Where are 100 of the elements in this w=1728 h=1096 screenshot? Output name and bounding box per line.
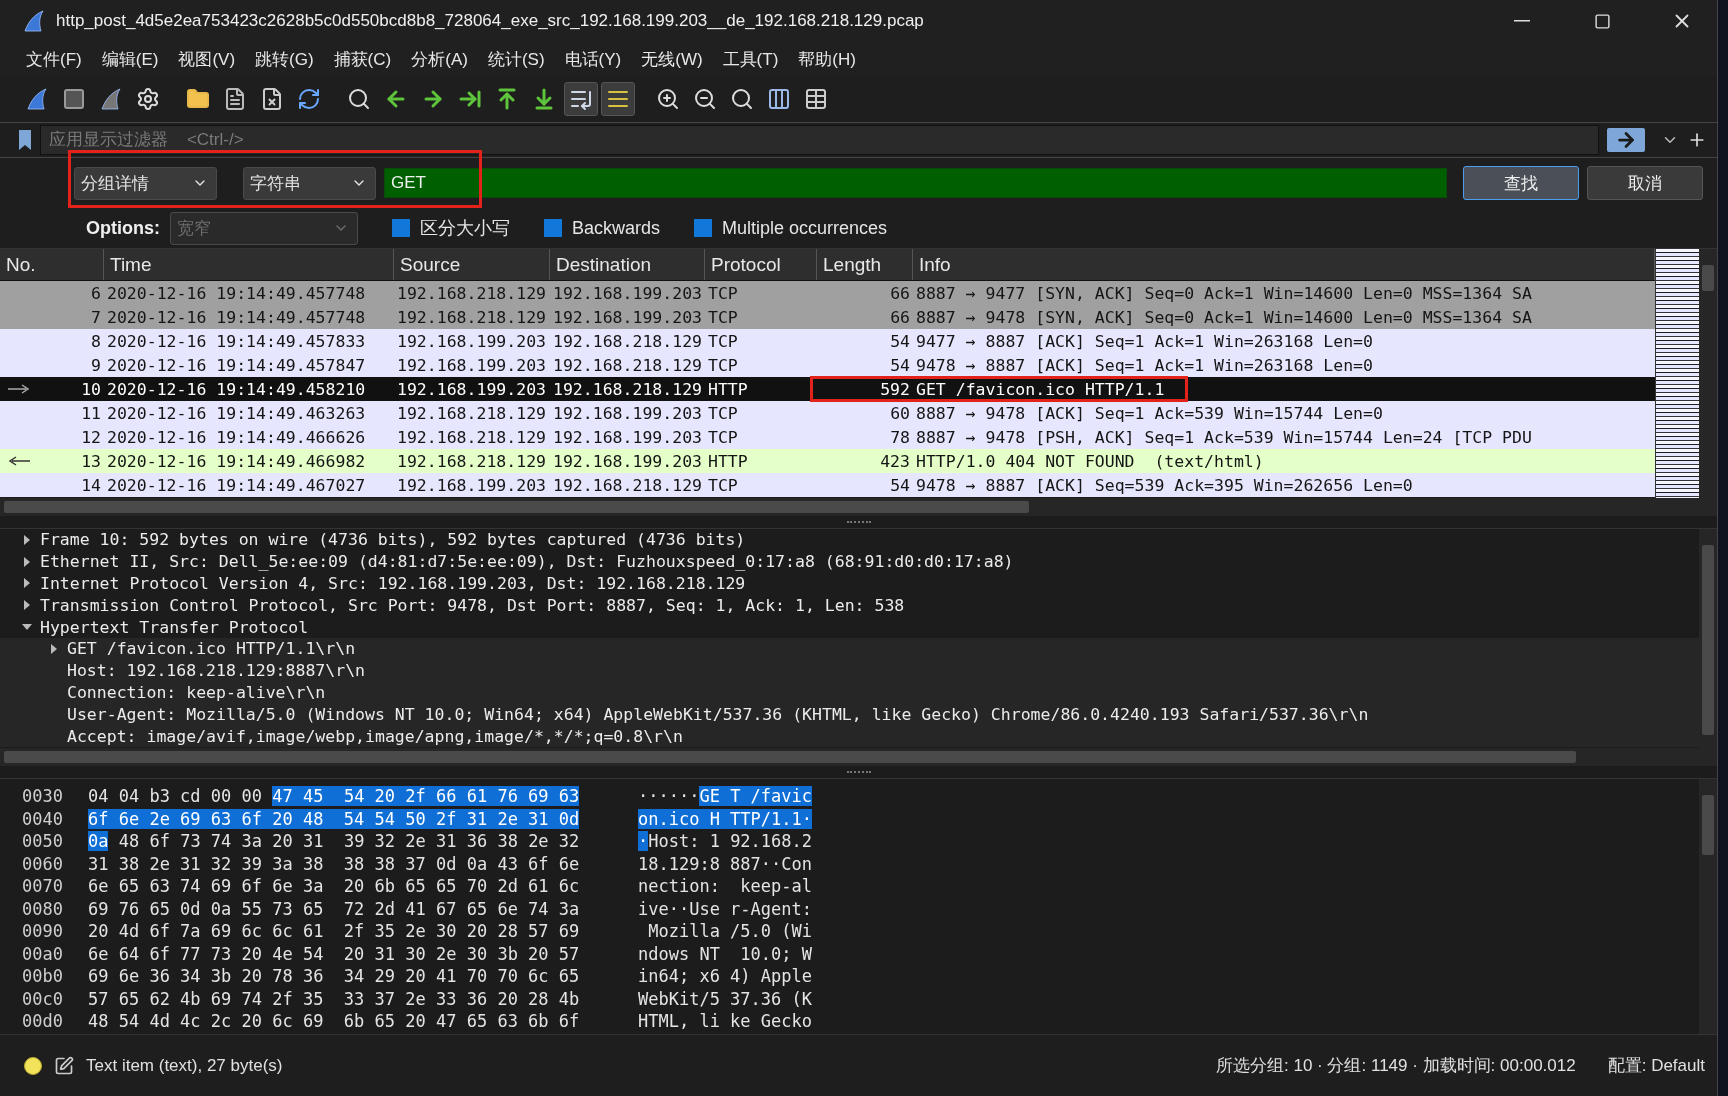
menu-item[interactable]: 无线(W) (631, 43, 713, 75)
table-cell-text: 192.168.218.129 (396, 451, 547, 471)
ascii-text[interactable]: WebKit/5 37.36 (K (638, 988, 812, 1009)
hex-bytes[interactable]: 6e 64 6f 77 73 20 4e 54 20 31 30 2e 30 3b 20 57 (88, 943, 638, 964)
detail-line[interactable]: Transmission Control Protocol, Src Port: 9478, Dst Port: 8887, Seq: 1, Ack: 1, Len: 538 (40, 595, 905, 615)
scrollbar[interactable] (1699, 249, 1717, 498)
menu-item[interactable]: 工具(T) (712, 43, 789, 75)
table-cell-text: 192.168.218.129 (396, 427, 547, 447)
table-cell-text: 592 (879, 379, 911, 399)
hex-bytes[interactable]: 0a 48 6f 73 74 3a 20 31 39 32 2e 31 36 38 2e 32 (88, 831, 638, 852)
profile-label[interactable]: 配置: Default (1607, 1054, 1705, 1077)
detail-line[interactable]: Host: 192.168.218.129:8887\r\n (67, 661, 365, 681)
search-type-select[interactable]: 字符串 (243, 166, 376, 200)
menu-item[interactable]: 文件(F) (16, 43, 92, 75)
packet-row[interactable]: 14 2020-12-16 19:14:49.467027 192.168.199.203 192.168.218.129 TCP 54 9478 → 8887 [ACK] Seq=539 Ack=395 Win=262656 Len=0 (0, 473, 1655, 497)
detail-line[interactable]: Ethernet II, Src: Dell_5e:ee:09 (d4:81:d7:5e:ee:09), Dst: Fuzhouxspeed_0:17:a8 (68:91:d0:d0:17:a8) (40, 552, 1014, 572)
detail-line[interactable]: Connection: keep-alive\r\n (67, 682, 326, 702)
menu-item[interactable]: 帮助(H) (788, 43, 866, 75)
hex-bytes[interactable]: 57 65 62 4b 69 74 2f 35 33 37 2e 33 36 20 28 4b (88, 988, 638, 1009)
hex-bytes[interactable]: 20 4d 6f 7a 69 6c 6c 61 2f 35 2e 30 20 28 57 69 (88, 921, 638, 942)
packet-row[interactable]: 11 2020-12-16 19:14:49.463263 192.168.218.129 192.168.199.203 TCP 60 8887 → 9478 [ACK] Seq=1 Ack=539 Win=15744 Len=0 (0, 401, 1655, 425)
hex-bytes[interactable]: 69 6e 36 34 3b 20 78 36 34 29 20 41 70 70 6c 65 (88, 966, 638, 987)
table-cell-text: 2020-12-16 19:14:49.457748 (106, 307, 367, 327)
ascii-text[interactable]: 18.129:8 887··Con (638, 853, 812, 874)
checkbox[interactable] (694, 219, 713, 237)
ascii-text[interactable]: ndows NT 10.0; W (638, 943, 812, 964)
shark-fin-icon (25, 87, 49, 111)
checkbox[interactable] (544, 219, 562, 237)
ascii-text[interactable]: ive··Use r-Agent: (638, 898, 812, 919)
table-cell-text: 2020-12-16 19:14:49.463263 (106, 403, 367, 423)
expander-icon[interactable] (22, 556, 32, 567)
packet-row[interactable]: 7 2020-12-16 19:14:49.457748 192.168.218.129 192.168.199.203 TCP 66 8887 → 9478 [SYN, ACK] Seq=0 Ack=1 Win=14600 Len=0 MSS=1364 SA (0, 305, 1655, 329)
window-title: http_post_4d5e2ea753423c2628b5c0d550bcd8b8_728064_exe_src_192.168.199.203__de_192.168.218.129.pcap (56, 11, 925, 31)
scrollbar[interactable] (0, 748, 1717, 766)
edit-icon[interactable] (54, 1055, 74, 1076)
file-close-icon (260, 87, 284, 111)
table-cell-text: 192.168.199.203 (552, 427, 703, 447)
table-cell-text: 192.168.218.129 (552, 379, 703, 399)
table-cell-text: 66 (889, 307, 911, 327)
arrow-right-icon (1615, 129, 1637, 151)
detail-line[interactable]: Hypertext Transfer Protocol (40, 617, 309, 637)
detail-line[interactable]: GET /favicon.ico HTTP/1.1\r\n (67, 639, 356, 659)
toolbar-button[interactable] (564, 82, 598, 116)
bookmark-icon[interactable] (18, 129, 32, 151)
search-field[interactable]: GET (384, 168, 1447, 198)
hex-bytes[interactable]: 31 38 2e 31 32 39 3a 38 38 38 37 0d 0a 43 6f 6e (88, 853, 638, 874)
table-cell-text: TCP (707, 331, 739, 351)
status-dot-icon[interactable] (24, 1056, 42, 1075)
menu-item[interactable]: 电话(Y) (554, 43, 632, 75)
offset-label: 0060 (22, 853, 64, 874)
expander-icon[interactable] (22, 534, 32, 545)
expander-icon[interactable] (49, 643, 59, 654)
detail-line[interactable]: Internet Protocol Version 4, Src: 192.168.199.203, Dst: 192.168.218.129 (40, 574, 746, 593)
packet-row[interactable]: 13 2020-12-16 19:14:49.466982 192.168.218.129 192.168.199.203 HTTP 423 HTTP/1.0 404 NOT FOUND (text/html) (0, 449, 1655, 473)
packet-row[interactable]: 6 2020-12-16 19:14:49.457748 192.168.218.129 192.168.199.203 TCP 66 8887 → 9477 [SYN, ACK] Seq=0 Ack=1 Win=14600 Len=0 MSS=1364 SA (0, 281, 1655, 305)
table-cell: 10 (81, 379, 101, 399)
hex-bytes[interactable]: 48 54 4d 4c 2c 20 6c 69 6b 65 20 47 65 63 6b 6f (88, 1011, 638, 1032)
ascii-text[interactable]: on.ico H TTP/1.1· (638, 808, 812, 829)
packet-minimap[interactable] (1655, 249, 1699, 498)
table-cell-text: HTTP (707, 451, 749, 471)
menu-item[interactable]: 分析(A) (401, 43, 478, 75)
menu-item[interactable]: 统计(S) (477, 43, 555, 75)
offset-label: 00d0 (22, 1011, 64, 1032)
packet-row[interactable]: 9 2020-12-16 19:14:49.457847 192.168.199.203 192.168.218.129 TCP 54 9478 → 8887 [ACK] Seq=1 Ack=1 Win=263168 Len=0 (0, 353, 1655, 377)
packet-row[interactable]: 8 2020-12-16 19:14:49.457833 192.168.199.203 192.168.218.129 TCP 54 9477 → 8887 [ACK] Seq=1 Ack=1 Win=263168 Len=0 (0, 329, 1655, 353)
detail-line[interactable]: Frame 10: 592 bytes on wire (4736 bits), 592 bytes captured (4736 bits) (40, 530, 746, 550)
menu-item[interactable]: 跳转(G) (245, 43, 324, 75)
table-cell: 9 (91, 355, 101, 375)
search-in-select[interactable]: 分组详情 (74, 166, 217, 200)
packet-row[interactable]: 12 2020-12-16 19:14:49.466626 192.168.218.129 192.168.199.203 TCP 78 8887 → 9478 [PSH, ACK] Seq=1 Ack=539 Win=15744 Len=24 [TCP PDU (0, 425, 1655, 449)
table-cell-text: TCP (707, 283, 739, 303)
ascii-text[interactable]: in64; x6 4) Apple (638, 966, 812, 987)
toolbar-button[interactable] (601, 82, 635, 116)
menu-item[interactable]: 编辑(E) (91, 43, 169, 75)
hex-bytes[interactable]: 6e 65 63 74 69 6f 6e 3a 20 6b 65 65 70 2d 61 6c (88, 876, 638, 897)
cancel-button[interactable]: 取消 (1587, 166, 1703, 200)
find-button[interactable]: 查找 (1463, 166, 1579, 200)
ascii-text[interactable]: nection: keep-al (638, 876, 812, 897)
expander-icon[interactable] (22, 600, 32, 611)
apply-filter-button[interactable] (1607, 128, 1645, 152)
table-cell-text: 2020-12-16 19:14:49.457748 (106, 283, 367, 303)
table-cell-text: 192.168.218.129 (396, 307, 547, 327)
hex-bytes[interactable]: 69 76 65 0d 0a 55 73 65 72 2d 41 67 65 6e 74 3a (88, 898, 638, 919)
checkbox[interactable] (392, 219, 410, 237)
ascii-text[interactable]: Mozilla /5.0 (Wi (638, 921, 812, 942)
expander-icon[interactable] (22, 578, 32, 589)
menu-item[interactable]: 视图(V) (168, 43, 246, 75)
table-cell-text: 2020-12-16 19:14:49.457847 (106, 355, 367, 375)
table-cell-text: 192.168.199.203 (396, 379, 547, 399)
ascii-text[interactable]: ·Host: 1 92.168.2 (638, 831, 812, 852)
scrollbar[interactable] (1699, 529, 1717, 748)
scrollbar[interactable] (1699, 779, 1717, 1034)
ascii-text[interactable]: HTML, li ke Gecko (638, 1011, 812, 1032)
table-cell-text: 60 (889, 403, 911, 423)
table-cell-text: 192.168.199.203 (552, 283, 703, 303)
zoom-out-icon (693, 87, 717, 111)
menu-item[interactable]: 捕获(C) (323, 43, 402, 75)
display-filter-field[interactable]: 应用显示过滤器 <Ctrl-/> (40, 125, 1599, 155)
packet-row[interactable]: 10 2020-12-16 19:14:49.458210 192.168.199.203 192.168.218.129 HTTP 592 GET /favicon.ico HTTP/1.1 (0, 377, 1655, 401)
scrollbar[interactable] (0, 498, 1717, 516)
